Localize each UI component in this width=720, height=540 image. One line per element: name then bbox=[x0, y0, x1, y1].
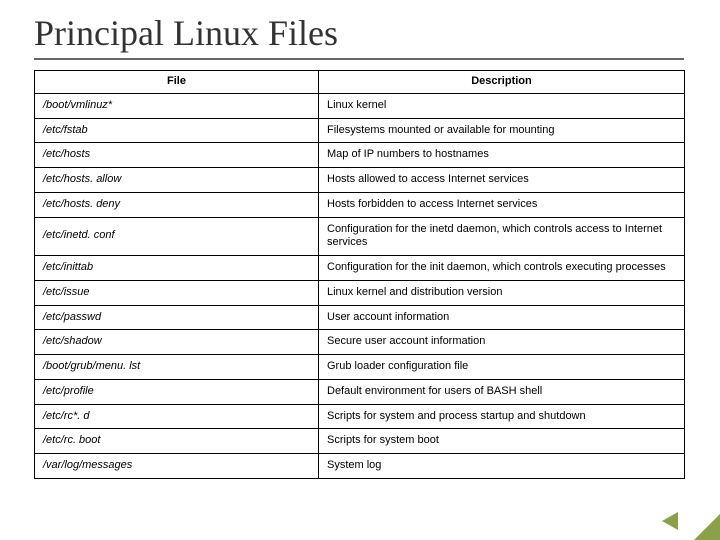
table-row: /var/log/messagesSystem log bbox=[35, 454, 685, 479]
cell-desc: Secure user account information bbox=[319, 330, 685, 355]
cell-file: /boot/vmlinuz* bbox=[35, 93, 319, 118]
cell-desc: Linux kernel bbox=[319, 93, 685, 118]
cell-file: /var/log/messages bbox=[35, 454, 319, 479]
cell-file: /etc/profile bbox=[35, 379, 319, 404]
cell-file: /etc/rc. boot bbox=[35, 429, 319, 454]
table-row: /etc/rc. bootScripts for system boot bbox=[35, 429, 685, 454]
table-row: /etc/inetd. confConfiguration for the in… bbox=[35, 217, 685, 256]
cell-desc: Configuration for the init daemon, which… bbox=[319, 256, 685, 281]
table-row: /boot/grub/menu. lstGrub loader configur… bbox=[35, 355, 685, 380]
cell-file: /etc/shadow bbox=[35, 330, 319, 355]
title-underline bbox=[34, 58, 684, 60]
table-header-row: File Description bbox=[35, 71, 685, 94]
table-row: /etc/fstabFilesystems mounted or availab… bbox=[35, 118, 685, 143]
cell-file: /etc/hosts. allow bbox=[35, 168, 319, 193]
cell-desc: Linux kernel and distribution version bbox=[319, 280, 685, 305]
cell-desc: Hosts forbidden to access Internet servi… bbox=[319, 192, 685, 217]
cell-file: /etc/rc*. d bbox=[35, 404, 319, 429]
table-row: /etc/hosts. denyHosts forbidden to acces… bbox=[35, 192, 685, 217]
prev-arrow-icon[interactable] bbox=[662, 512, 678, 530]
corner-accent-icon bbox=[694, 514, 720, 540]
cell-file: /etc/fstab bbox=[35, 118, 319, 143]
cell-desc: Default environment for users of BASH sh… bbox=[319, 379, 685, 404]
cell-desc: System log bbox=[319, 454, 685, 479]
table-row: /etc/hosts. allowHosts allowed to access… bbox=[35, 168, 685, 193]
table-row: /etc/shadowSecure user account informati… bbox=[35, 330, 685, 355]
files-table: File Description /boot/vmlinuz*Linux ker… bbox=[34, 70, 685, 479]
cell-desc: Grub loader configuration file bbox=[319, 355, 685, 380]
header-description: Description bbox=[319, 71, 685, 94]
cell-desc: User account information bbox=[319, 305, 685, 330]
table-row: /etc/profileDefault environment for user… bbox=[35, 379, 685, 404]
table-row: /boot/vmlinuz*Linux kernel bbox=[35, 93, 685, 118]
cell-file: /boot/grub/menu. lst bbox=[35, 355, 319, 380]
table-row: /etc/hostsMap of IP numbers to hostnames bbox=[35, 143, 685, 168]
cell-file: /etc/hosts. deny bbox=[35, 192, 319, 217]
table-row: /etc/issueLinux kernel and distribution … bbox=[35, 280, 685, 305]
table-row: /etc/rc*. dScripts for system and proces… bbox=[35, 404, 685, 429]
cell-file: /etc/inittab bbox=[35, 256, 319, 281]
cell-desc: Scripts for system and process startup a… bbox=[319, 404, 685, 429]
cell-desc: Scripts for system boot bbox=[319, 429, 685, 454]
page-title: Principal Linux Files bbox=[34, 12, 338, 54]
cell-desc: Filesystems mounted or available for mou… bbox=[319, 118, 685, 143]
cell-desc: Configuration for the inetd daemon, whic… bbox=[319, 217, 685, 256]
header-file: File bbox=[35, 71, 319, 94]
slide: Principal Linux Files File Description /… bbox=[0, 0, 720, 540]
cell-file: /etc/passwd bbox=[35, 305, 319, 330]
cell-file: /etc/inetd. conf bbox=[35, 217, 319, 256]
cell-file: /etc/issue bbox=[35, 280, 319, 305]
cell-desc: Hosts allowed to access Internet service… bbox=[319, 168, 685, 193]
table-row: /etc/passwdUser account information bbox=[35, 305, 685, 330]
cell-desc: Map of IP numbers to hostnames bbox=[319, 143, 685, 168]
table-row: /etc/inittabConfiguration for the init d… bbox=[35, 256, 685, 281]
cell-file: /etc/hosts bbox=[35, 143, 319, 168]
